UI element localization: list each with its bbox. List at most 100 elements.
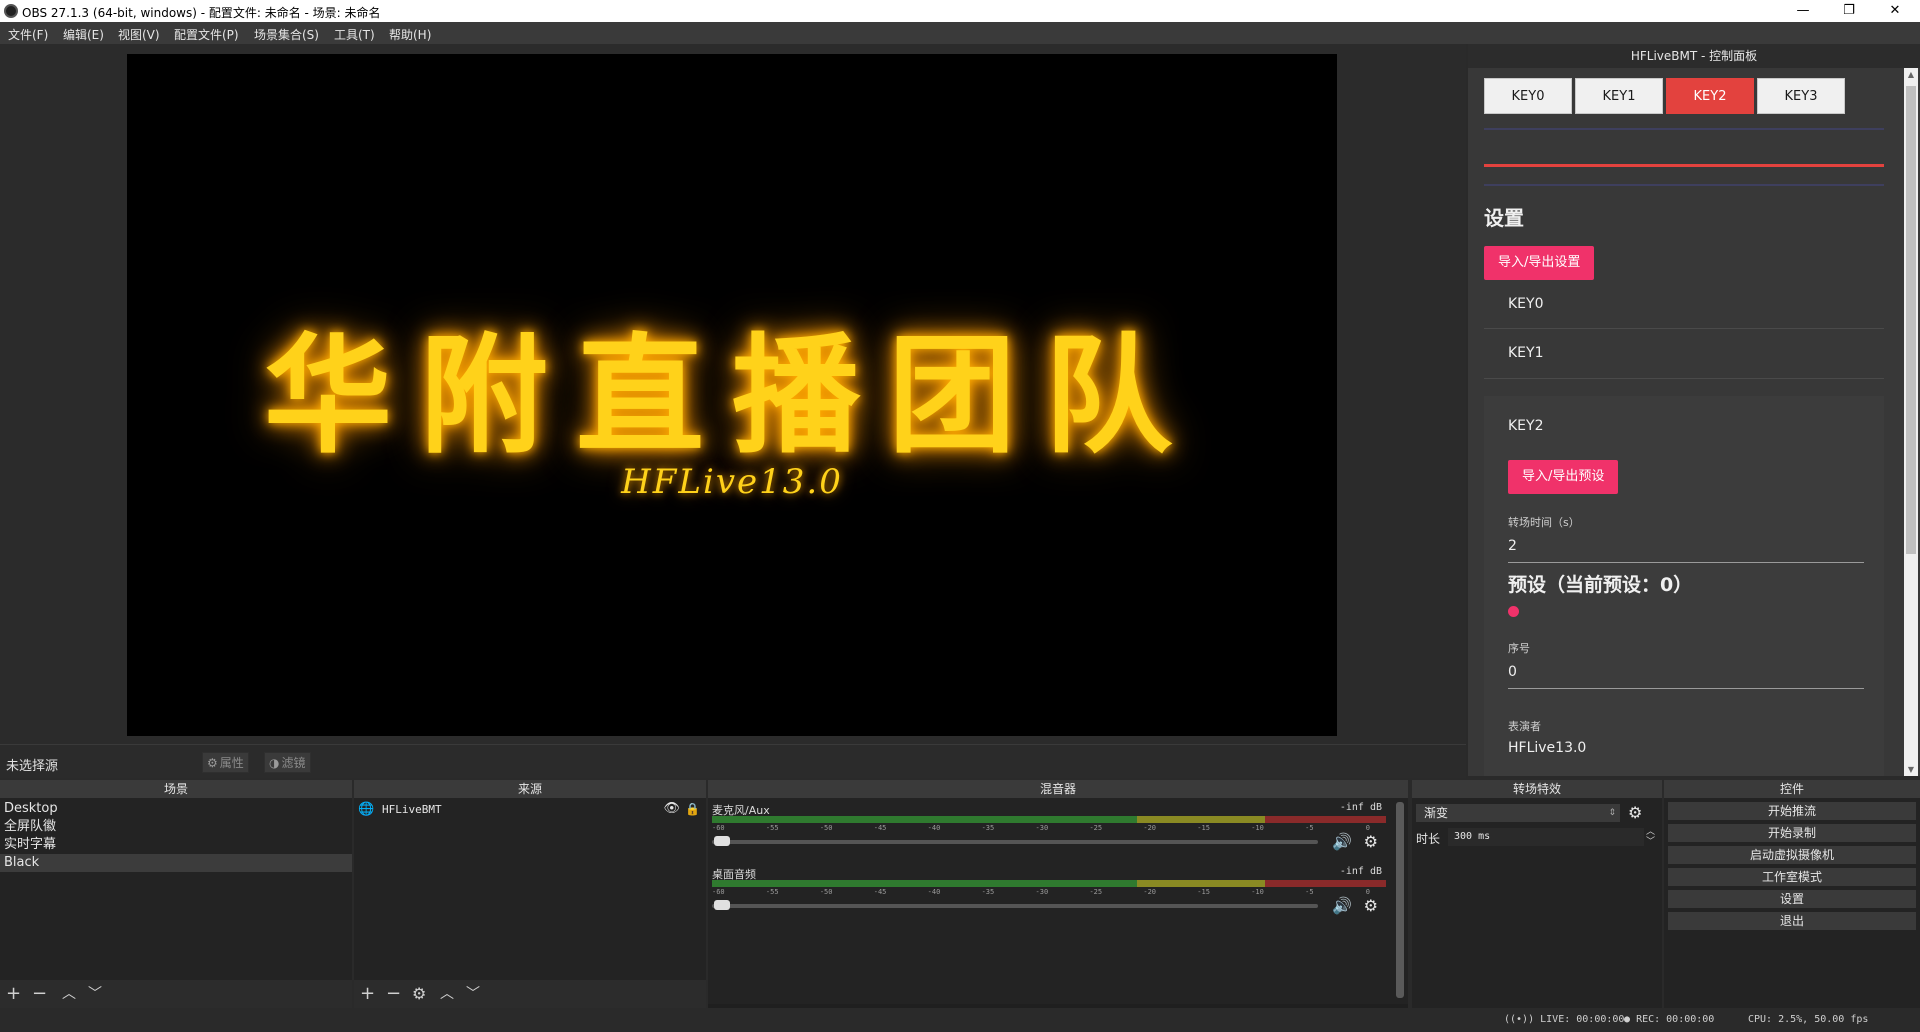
- add-source-button[interactable]: +: [360, 983, 375, 1005]
- filters-button[interactable]: ◑ 滤镜: [264, 752, 311, 773]
- transition-settings-gear-icon[interactable]: ⚙: [1628, 803, 1642, 822]
- scroll-down-arrow-icon[interactable]: ▼: [1904, 765, 1918, 774]
- tab-key2[interactable]: KEY2: [1666, 78, 1754, 114]
- sources-list: 🌐 HFLiveBMT 👁 🔒: [354, 798, 706, 980]
- scene-item-selected[interactable]: Black: [0, 854, 352, 872]
- menu-file[interactable]: 文件(F): [8, 26, 48, 43]
- broadcast-icon: ((•)): [1504, 1014, 1535, 1025]
- meter-scale: -60 -55 -50 -45 -40 -35 -30 -25 -20 -15 …: [712, 824, 1386, 834]
- tab-key0[interactable]: KEY0: [1484, 78, 1572, 114]
- tab-key1[interactable]: KEY1: [1575, 78, 1663, 114]
- preview-subtitle-text: HFLive13.0: [621, 462, 843, 502]
- live-status: ((•)) LIVE: 00:00:00: [1504, 1014, 1624, 1025]
- preview-area: 华附直播团队 HFLive13.0: [0, 44, 1466, 744]
- preset-dot-icon[interactable]: [1508, 606, 1519, 617]
- index-input[interactable]: 0: [1508, 664, 1517, 680]
- lock-icon[interactable]: 🔒: [685, 799, 700, 819]
- start-recording-button[interactable]: 开始录制: [1668, 824, 1916, 842]
- start-streaming-button[interactable]: 开始推流: [1668, 802, 1916, 820]
- tab-indicator-line: [1484, 128, 1884, 130]
- mixer-channel-mic: 麦克风/Aux -inf dB -60 -55 -50 -45 -40 -35 …: [712, 802, 1386, 858]
- import-export-settings-button[interactable]: 导入/导出设置: [1484, 246, 1595, 280]
- remove-source-button[interactable]: −: [386, 983, 401, 1005]
- menu-help[interactable]: 帮助(H): [389, 26, 431, 43]
- scene-item[interactable]: 全屏队徽: [0, 818, 352, 836]
- scale-tick: -20: [1143, 824, 1157, 832]
- channel-db: -inf dB: [1339, 802, 1382, 813]
- key1-item[interactable]: KEY1: [1508, 345, 1544, 361]
- audio-mixer-dock: 混音器 麦克风/Aux -inf dB -60 -55 -50 -45 -40 …: [708, 780, 1408, 1008]
- move-down-icon[interactable]: ﹀: [88, 983, 102, 1005]
- window-title-bar: OBS 27.1.3 (64-bit, windows) - 配置文件: 未命名…: [0, 0, 1920, 22]
- performer-input[interactable]: HFLive13.0: [1508, 740, 1586, 756]
- transitions-dock: 转场特效 渐变 ⇕ ⚙ 时长 300 ms ︿ ﹀: [1412, 780, 1662, 1008]
- scale-tick: -60: [712, 824, 725, 832]
- preview-title-text: 华附直播团队: [263, 322, 1200, 471]
- add-scene-button[interactable]: +: [6, 983, 21, 1005]
- properties-label: 属性: [219, 756, 244, 770]
- controls-dock: 控件 开始推流 开始录制 启动虚拟摄像机 工作室模式 设置 退出: [1664, 780, 1920, 1008]
- duration-spinbox[interactable]: 300 ms: [1448, 828, 1644, 846]
- exit-button[interactable]: 退出: [1668, 912, 1916, 930]
- menu-edit[interactable]: 编辑(E): [63, 26, 104, 43]
- rec-status: ● REC: 00:00:00: [1624, 1014, 1714, 1025]
- remove-scene-button[interactable]: −: [32, 983, 47, 1005]
- import-export-preset-button[interactable]: 导入/导出预设: [1508, 460, 1619, 494]
- scale-tick: -60: [712, 888, 725, 896]
- eye-visible-icon[interactable]: 👁: [663, 799, 680, 819]
- maximize-button[interactable]: ❐: [1826, 0, 1872, 22]
- menu-profile[interactable]: 配置文件(P): [174, 26, 239, 43]
- scale-tick: -45: [873, 824, 887, 832]
- scroll-thumb[interactable]: [1906, 86, 1916, 554]
- spin-arrows-icon[interactable]: ︿ ﹀: [1646, 827, 1655, 847]
- volume-slider[interactable]: [712, 840, 1318, 844]
- speaker-icon[interactable]: 🔊: [1332, 832, 1352, 851]
- gear-icon[interactable]: ⚙: [1364, 896, 1378, 915]
- menu-view[interactable]: 视图(V): [118, 26, 160, 43]
- speaker-icon[interactable]: 🔊: [1332, 896, 1352, 915]
- volume-slider[interactable]: [712, 904, 1318, 908]
- volume-meter: [712, 880, 1386, 887]
- source-item[interactable]: 🌐 HFLiveBMT 👁 🔒: [354, 800, 706, 820]
- scale-tick: -40: [927, 824, 941, 832]
- volume-slider-handle[interactable]: [714, 900, 730, 910]
- cpu-status: CPU: 2.5%, 50.00 fps: [1748, 1014, 1869, 1025]
- chevron-updown-icon: ⇕: [1608, 808, 1616, 818]
- mixer-scrollbar[interactable]: [1396, 802, 1404, 998]
- key0-item[interactable]: KEY0: [1508, 296, 1544, 312]
- source-settings-gear-icon[interactable]: ⚙: [412, 983, 426, 1005]
- input-underline: [1508, 562, 1864, 563]
- gear-icon: ⚙: [207, 756, 218, 770]
- scale-tick: -5: [1305, 888, 1314, 896]
- properties-button[interactable]: ⚙ 属性: [202, 752, 249, 773]
- close-button[interactable]: ✕: [1872, 0, 1918, 22]
- record-dot-icon: ●: [1624, 1014, 1631, 1025]
- controls-body: 开始推流 开始录制 启动虚拟摄像机 工作室模式 设置 退出: [1664, 798, 1920, 1008]
- scene-item[interactable]: 实时字幕: [0, 836, 352, 854]
- panel-scrollbar[interactable]: ▲ ▼: [1904, 68, 1918, 776]
- start-virtual-camera-button[interactable]: 启动虚拟摄像机: [1668, 846, 1916, 864]
- transition-select[interactable]: 渐变 ⇕: [1416, 804, 1620, 822]
- transition-time-input[interactable]: 2: [1508, 538, 1517, 554]
- settings-button[interactable]: 设置: [1668, 890, 1916, 908]
- menu-scene-collection[interactable]: 场景集合(S): [254, 26, 319, 43]
- preview-canvas[interactable]: 华附直播团队 HFLive13.0: [127, 54, 1337, 736]
- scene-item[interactable]: Desktop: [0, 800, 352, 818]
- scale-tick: -30: [1035, 888, 1049, 896]
- scroll-up-arrow-icon[interactable]: ▲: [1904, 70, 1918, 79]
- move-up-icon[interactable]: ︿: [440, 983, 454, 1005]
- volume-slider-handle[interactable]: [714, 836, 730, 846]
- duration-label: 时长: [1416, 832, 1441, 846]
- menu-tools[interactable]: 工具(T): [334, 26, 375, 43]
- transitions-title: 转场特效: [1412, 780, 1662, 798]
- scale-tick: -15: [1197, 824, 1210, 832]
- move-up-icon[interactable]: ︿: [62, 983, 76, 1005]
- scenes-list: Desktop 全屏队徽 实时字幕 Black: [0, 798, 352, 980]
- tab-key3[interactable]: KEY3: [1757, 78, 1845, 114]
- minimize-button[interactable]: —: [1780, 0, 1826, 22]
- move-down-icon[interactable]: ﹀: [466, 983, 480, 1005]
- panel-title: HFLiveBMT - 控制面板: [1468, 44, 1920, 68]
- input-underline: [1508, 688, 1864, 689]
- gear-icon[interactable]: ⚙: [1364, 832, 1378, 851]
- studio-mode-button[interactable]: 工作室模式: [1668, 868, 1916, 886]
